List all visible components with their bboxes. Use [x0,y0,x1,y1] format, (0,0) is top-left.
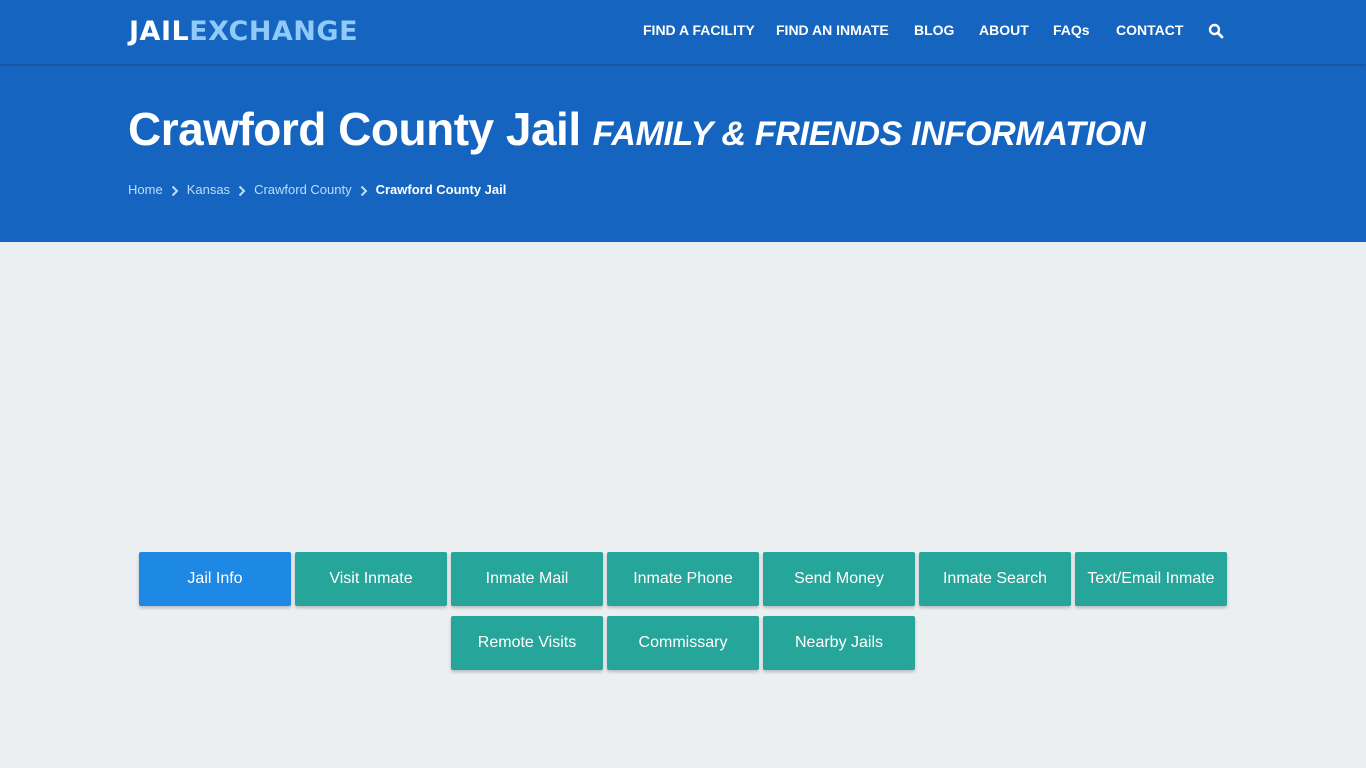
inmate-phone-button[interactable]: Inmate Phone [607,552,759,606]
visit-inmate-button[interactable]: Visit Inmate [295,552,447,606]
chevron-right-icon [163,182,187,197]
breadcrumb-kansas[interactable]: Kansas [187,182,230,197]
jail-info-button[interactable]: Jail Info [139,552,291,606]
nav-contact[interactable]: CONTACT [1116,22,1183,38]
nav-find-a-facility[interactable]: FIND A FACILITY [643,22,755,38]
logo-exchange: EXCHANGE [189,16,359,47]
chevron-right-icon [352,182,376,197]
nav-faqs[interactable]: FAQs [1053,22,1090,38]
send-money-button[interactable]: Send Money [763,552,915,606]
hero-banner: Crawford County Jail FAMILY & FRIENDS INF… [0,64,1366,242]
remote-visits-button[interactable]: Remote Visits [451,616,603,670]
nav-find-an-inmate[interactable]: FIND AN INMATE [776,22,889,38]
breadcrumb-crawford-county[interactable]: Crawford County [254,182,352,197]
breadcrumb-current: Crawford County Jail [375,182,507,197]
logo-jail: JAIL [129,16,190,47]
nearby-jails-button[interactable]: Nearby Jails [763,616,915,670]
commissary-button[interactable]: Commissary [607,616,759,670]
breadcrumb: Home Kansas Crawford County Crawford Cou… [128,182,506,197]
search-icon[interactable] [1208,23,1224,39]
nav-about[interactable]: ABOUT [979,22,1029,38]
site-logo[interactable]: JAILEXCHANGE [129,14,358,50]
nav-blog[interactable]: BLOG [914,22,954,38]
top-navbar: JAILEXCHANGE FIND A FACILITY FIND AN INM… [0,0,1366,64]
page-title: Crawford County Jail FAMILY & FRIENDS INF… [128,102,1146,156]
breadcrumb-home[interactable]: Home [128,182,163,197]
page-subtitle: FAMILY & FRIENDS INFORMATION [592,115,1146,153]
facility-name: Crawford County Jail [128,103,581,155]
chevron-right-icon [230,182,254,197]
inmate-mail-button[interactable]: Inmate Mail [451,552,603,606]
inmate-search-button[interactable]: Inmate Search [919,552,1071,606]
text-email-inmate-button[interactable]: Text/Email Inmate [1075,552,1227,606]
